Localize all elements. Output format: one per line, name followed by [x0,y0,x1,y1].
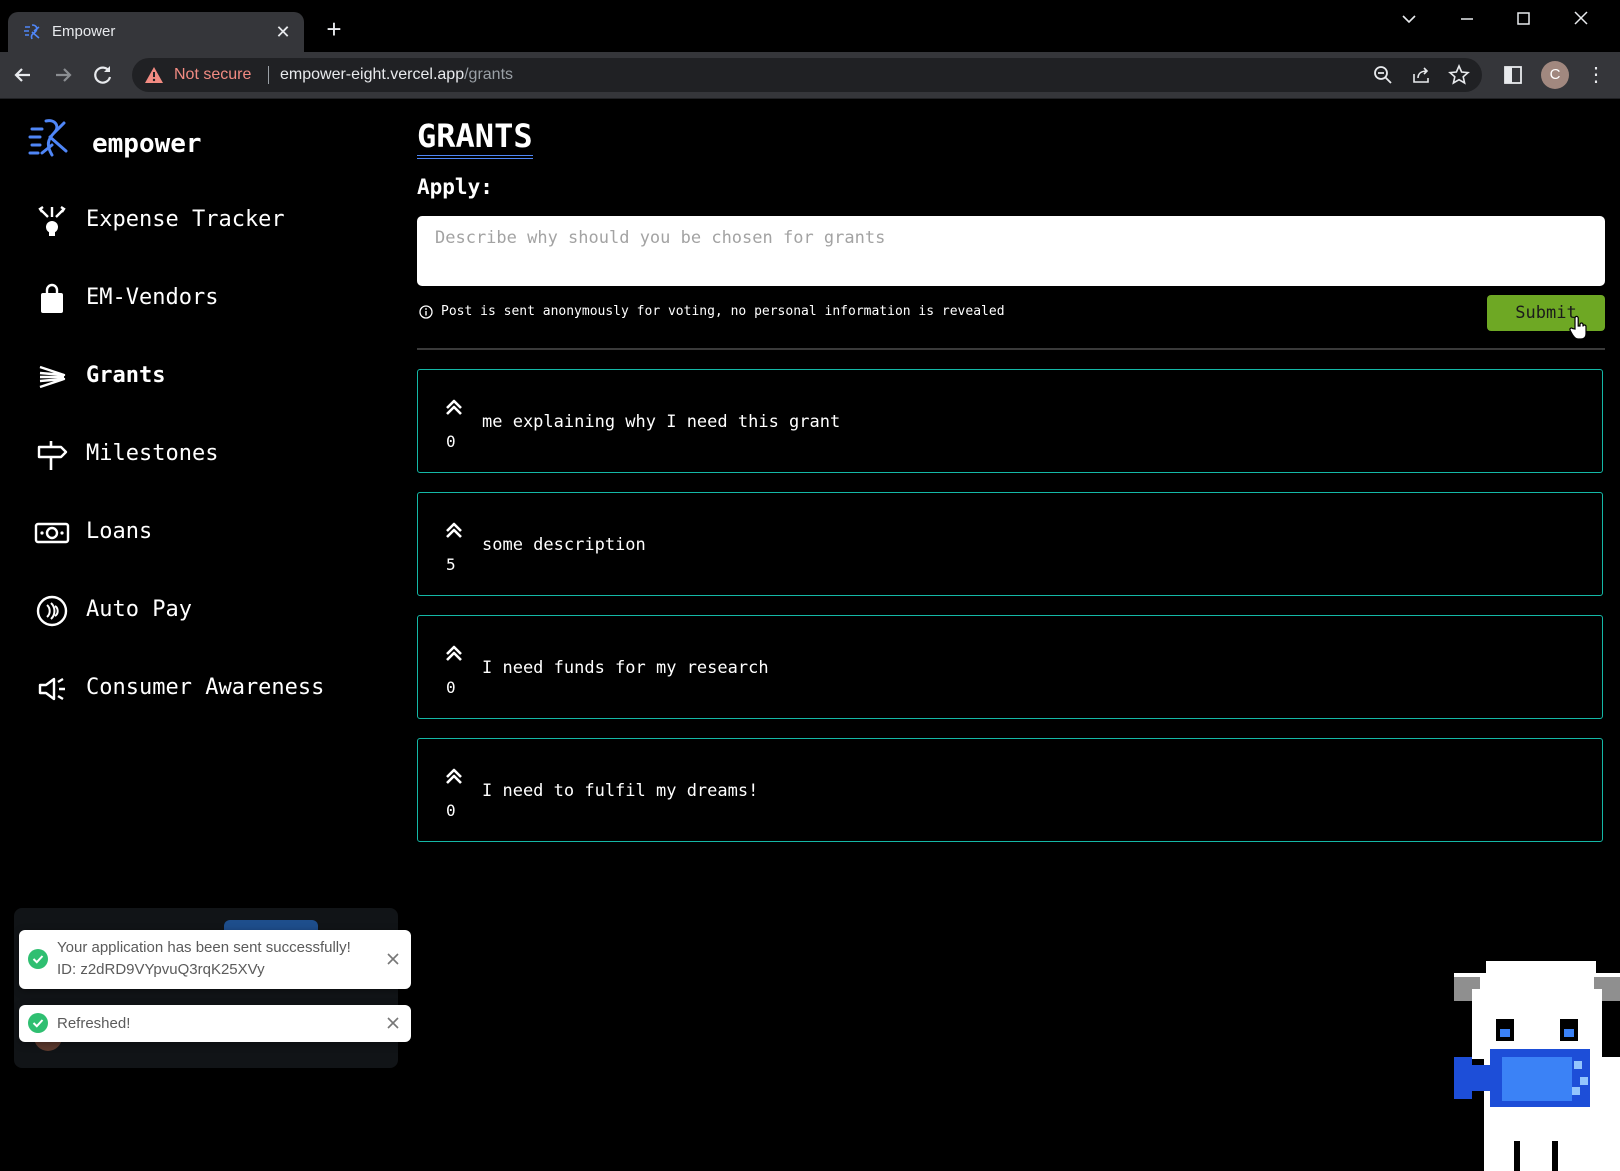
grant-description-input[interactable] [417,216,1605,286]
maximize-icon[interactable] [1512,10,1534,28]
grant-post: 0 I need funds for my research [417,615,1603,719]
success-check-icon [28,949,48,969]
minimize-icon[interactable] [1456,10,1478,28]
toast-line-2: ID: z2dRD9VYpvuQ3rqK25XVy [57,961,265,978]
vote-count: 0 [446,801,456,820]
upvote-icon[interactable] [443,642,465,662]
sidebar-item-consumer-awareness[interactable]: Consumer Awareness [30,665,390,713]
post-text: some description [482,535,646,555]
toast-line-1: Your application has been sent successfu… [57,939,351,956]
sidebar-item-label: EM-Vendors [86,285,219,310]
zoom-icon[interactable] [1372,64,1394,86]
pixel-cat-mascot-icon [1454,961,1620,1171]
success-check-icon [28,1013,48,1033]
post-text: I need to fulfil my dreams! [482,781,759,801]
apply-label: Apply: [417,175,493,199]
browser-toolbar: Not secure empower-eight.vercel.app/gran… [0,52,1620,99]
content-divider [417,348,1605,350]
refresh-toast: Refreshed! [19,1005,411,1042]
url-path: /grants [464,66,514,83]
sidebar-item-label: Milestones [86,441,219,466]
vote-count: 0 [446,432,456,451]
grant-post: 0 I need to fulfil my dreams! [417,738,1603,842]
tab-search-chevron-icon[interactable] [1398,10,1420,28]
toast-close-icon[interactable] [385,1015,401,1031]
grant-post: 5 some description [417,492,1603,596]
upvote-icon[interactable] [443,396,465,416]
window-close-icon[interactable] [1570,10,1592,28]
new-tab-button[interactable]: + [320,16,348,42]
toast-close-icon[interactable] [385,951,401,967]
empower-app: empower Expense Tracker EM-Vendors Grant… [0,99,1620,1171]
toast-message: Your application has been sent successfu… [57,937,351,981]
toast-message: Refreshed! [57,1015,131,1032]
sidebar-item-label: Grants [86,363,166,388]
back-arrow-icon[interactable] [10,62,36,88]
warning-triangle-icon [145,67,163,83]
post-text: me explaining why I need this grant [482,412,841,432]
autopay-icon [36,595,68,627]
sidebar-item-label: Consumer Awareness [86,675,325,700]
address-bar[interactable]: Not secure empower-eight.vercel.app/gran… [132,58,1482,92]
grants-icon [39,365,66,389]
info-icon [419,305,433,319]
money-icon [34,522,70,544]
security-label[interactable]: Not secure [174,66,251,84]
sidebar-item-label: Expense Tracker [86,207,285,232]
shopping-bag-icon [41,283,63,313]
vote-count: 0 [446,678,456,697]
tab-close-icon[interactable]: ✕ [272,21,294,43]
browser-titlebar: Empower ✕ + [0,0,1620,52]
url-text[interactable]: empower-eight.vercel.app/grants [280,66,513,84]
empower-favicon-icon [24,24,40,40]
upvote-icon[interactable] [443,765,465,785]
megaphone-icon [38,677,65,701]
side-panel-icon[interactable] [1502,64,1524,86]
share-icon[interactable] [1410,64,1432,86]
success-toast: Your application has been sent successfu… [19,930,411,989]
reload-icon[interactable] [90,62,116,88]
browser-menu-icon[interactable]: ⋮ [1586,62,1606,88]
browser-tab[interactable]: Empower ✕ [8,12,304,52]
signpost-icon [37,441,68,470]
forward-arrow-icon[interactable] [50,62,76,88]
grant-post: 0 me explaining why I need this grant [417,369,1603,473]
tab-title: Empower [52,23,116,40]
expense-icon [38,206,66,236]
sidebar-item-milestones[interactable]: Milestones [30,431,390,479]
brand-name: empower [92,129,202,159]
profile-avatar[interactable]: C [1541,61,1569,89]
address-separator [268,66,269,84]
sidebar-item-expense-tracker[interactable]: Expense Tracker [30,197,390,245]
empower-logo-icon [28,119,68,157]
sidebar-item-grants[interactable]: Grants [30,353,390,401]
post-text: I need funds for my research [482,658,769,678]
sidebar-item-label: Auto Pay [86,597,192,622]
vote-count: 5 [446,555,456,574]
bookmark-star-icon[interactable] [1448,64,1470,86]
sidebar-item-em-vendors[interactable]: EM-Vendors [30,275,390,323]
sidebar-item-auto-pay[interactable]: Auto Pay [30,587,390,635]
hand-cursor-icon [1569,315,1587,340]
sidebar-item-label: Loans [86,519,153,544]
page-title: GRANTS [417,117,533,159]
anonymity-notice-text: Post is sent anonymously for voting, no … [441,304,1005,319]
sidebar-item-loans[interactable]: Loans [30,509,390,557]
url-host: empower-eight.vercel.app [280,66,465,83]
upvote-icon[interactable] [443,519,465,539]
